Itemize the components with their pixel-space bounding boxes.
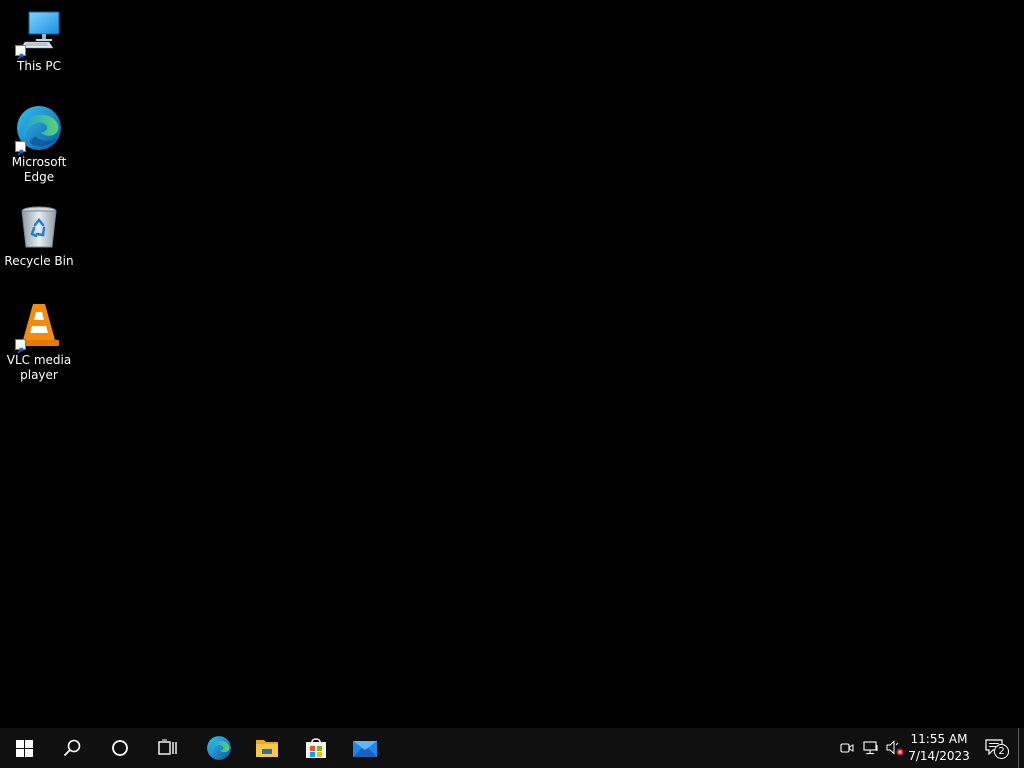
taskbar-edge-button[interactable] xyxy=(195,728,243,768)
network-icon xyxy=(863,741,878,755)
taskbar-mail-button[interactable] xyxy=(341,728,389,768)
action-center-button[interactable]: 2 xyxy=(978,728,1014,768)
edge-icon xyxy=(15,104,63,156)
clock-date: 7/14/2023 xyxy=(908,749,970,763)
desktop-icon-label: Microsoft Edge xyxy=(11,155,67,184)
clock-time: 11:55 AM xyxy=(910,732,968,746)
tray-volume[interactable] xyxy=(885,728,905,768)
desktop-icon-this-pc[interactable]: This PC xyxy=(2,8,76,74)
desktop-icon-recycle-bin[interactable]: Recycle Bin xyxy=(2,203,76,269)
desktop-icon-microsoft-edge[interactable]: Microsoft Edge xyxy=(2,104,76,185)
recycle-bin-icon xyxy=(15,203,63,251)
windows-logo-icon xyxy=(15,739,33,757)
meet-now-icon xyxy=(840,743,854,753)
tray-meet-now[interactable] xyxy=(838,728,856,768)
store-icon xyxy=(306,738,326,758)
start-button[interactable] xyxy=(0,728,48,768)
mail-icon xyxy=(353,741,377,757)
volume-muted-icon xyxy=(886,740,904,756)
edge-icon xyxy=(207,736,231,760)
desktop[interactable]: This PC Microsoft Edge Recycle Bin VLC m… xyxy=(0,0,1024,728)
vlc-icon xyxy=(15,302,63,354)
shortcut-arrow-icon xyxy=(15,141,26,156)
desktop-icon-label: VLC media player xyxy=(6,353,72,382)
task-view-button[interactable] xyxy=(144,728,192,768)
search-icon xyxy=(63,739,81,757)
desktop-icon-label: Recycle Bin xyxy=(4,254,74,268)
taskbar-file-explorer-button[interactable] xyxy=(243,728,291,768)
computer-icon xyxy=(15,8,63,60)
desktop-icon-label: This PC xyxy=(17,59,61,73)
search-button[interactable] xyxy=(48,728,96,768)
desktop-icon-vlc-media-player[interactable]: VLC media player xyxy=(2,302,76,383)
cortana-circle-icon xyxy=(112,740,128,756)
tray-network[interactable] xyxy=(861,728,881,768)
shortcut-arrow-icon xyxy=(15,45,26,60)
notification-count-badge: 2 xyxy=(994,744,1009,759)
taskbar-clock[interactable]: 11:55 AM 7/14/2023 xyxy=(906,728,972,768)
folder-icon xyxy=(256,740,278,757)
show-desktop-button[interactable] xyxy=(1018,728,1024,768)
task-view-icon xyxy=(158,739,177,755)
taskbar: 11:55 AM 7/14/2023 2 xyxy=(0,728,1024,768)
shortcut-arrow-icon xyxy=(15,339,26,354)
cortana-button[interactable] xyxy=(96,728,144,768)
taskbar-microsoft-store-button[interactable] xyxy=(292,728,340,768)
